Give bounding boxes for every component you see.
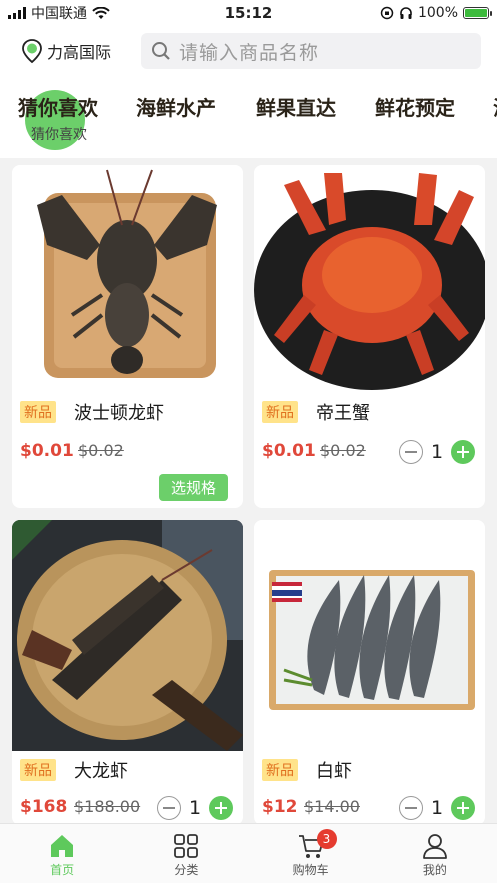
product-original-price: $14.00 [304,797,360,816]
decrease-quantity-button[interactable] [399,796,423,820]
product-card[interactable]: 新品 大龙虾 $168 $188.00 1 [12,520,243,825]
battery-percent: 100% [417,5,458,21]
nav-category[interactable]: 分类 [124,824,248,883]
product-price: $0.01 [20,441,74,461]
new-badge: 新品 [20,401,56,423]
search-bar[interactable]: 请输入商品名称 [141,33,481,69]
quantity-value: 1 [189,797,202,819]
product-price: $0.01 [262,441,316,461]
tab-flower-booking[interactable]: 鲜花预定 [375,92,455,121]
grid-icon [174,834,199,858]
product-image-lobster [12,520,243,751]
product-card[interactable]: 新品 白虾 $12 $14.00 1 [254,520,485,825]
status-bar: 中国联通 15:12 100% [0,0,497,26]
product-original-price: $0.02 [320,441,366,460]
increase-quantity-button[interactable] [451,796,475,820]
increase-quantity-button[interactable] [209,796,233,820]
product-card[interactable]: 新品 帝王蟹 $0.01 $0.02 1 [254,165,485,508]
nav-home[interactable]: 首页 [0,824,124,883]
tab-fresh-fruit[interactable]: 鲜果直达 [256,92,336,121]
product-card[interactable]: 新品 波士顿龙虾 $0.01 $0.02 选规格 [12,165,243,508]
nav-category-label: 分类 [174,863,199,877]
tab-more-partial[interactable]: 海 [493,92,497,121]
rotation-lock-icon [380,6,394,20]
quantity-value: 1 [431,797,444,819]
user-icon [422,834,447,859]
battery-icon [463,7,492,19]
cart-count-badge: 3 [316,829,337,849]
product-name: 帝王蟹 [316,403,370,424]
search-placeholder: 请输入商品名称 [179,41,320,64]
product-name: 白虾 [316,761,352,782]
product-price: $12 [262,797,298,817]
status-right: 100% [380,5,492,21]
search-icon [152,42,170,60]
product-price: $168 [20,797,68,817]
select-spec-button[interactable]: 选规格 [159,474,229,501]
product-image-boston-lobster [12,165,243,390]
nav-cart-label: 购物车 [292,863,329,877]
home-icon [51,835,74,857]
tab-guess-you-like-subtitle: 猜你喜欢 [31,127,87,143]
product-image-king-crab [254,165,485,390]
decrease-quantity-button[interactable] [157,796,181,820]
location-selector[interactable]: 力高国际 [20,38,111,64]
decrease-quantity-button[interactable] [399,440,423,464]
product-image-white-shrimp [254,520,485,751]
nav-home-label: 首页 [50,863,75,877]
headphones-icon [400,7,412,19]
new-badge: 新品 [262,759,298,781]
top-header: 力高国际 请输入商品名称 [0,26,497,78]
bottom-nav: 首页 分类 3 购物车 我的 [0,823,497,883]
increase-quantity-button[interactable] [451,440,475,464]
location-label: 力高国际 [47,43,112,62]
quantity-value: 1 [431,441,444,463]
nav-profile[interactable]: 我的 [373,824,497,883]
category-tabs: 猜你喜欢 猜你喜欢 海鲜水产 鲜果直达 鲜花预定 海 [0,78,497,158]
location-pin-icon [22,39,42,64]
product-name: 大龙虾 [74,761,128,782]
nav-profile-label: 我的 [422,863,447,877]
new-badge: 新品 [20,759,56,781]
product-original-price: $0.02 [78,441,124,460]
product-original-price: $188.00 [74,797,141,816]
nav-cart[interactable]: 3 购物车 [249,824,373,883]
new-badge: 新品 [262,401,298,423]
tab-guess-you-like[interactable]: 猜你喜欢 [18,92,98,121]
tab-seafood[interactable]: 海鲜水产 [136,92,216,121]
product-name: 波士顿龙虾 [74,403,164,424]
